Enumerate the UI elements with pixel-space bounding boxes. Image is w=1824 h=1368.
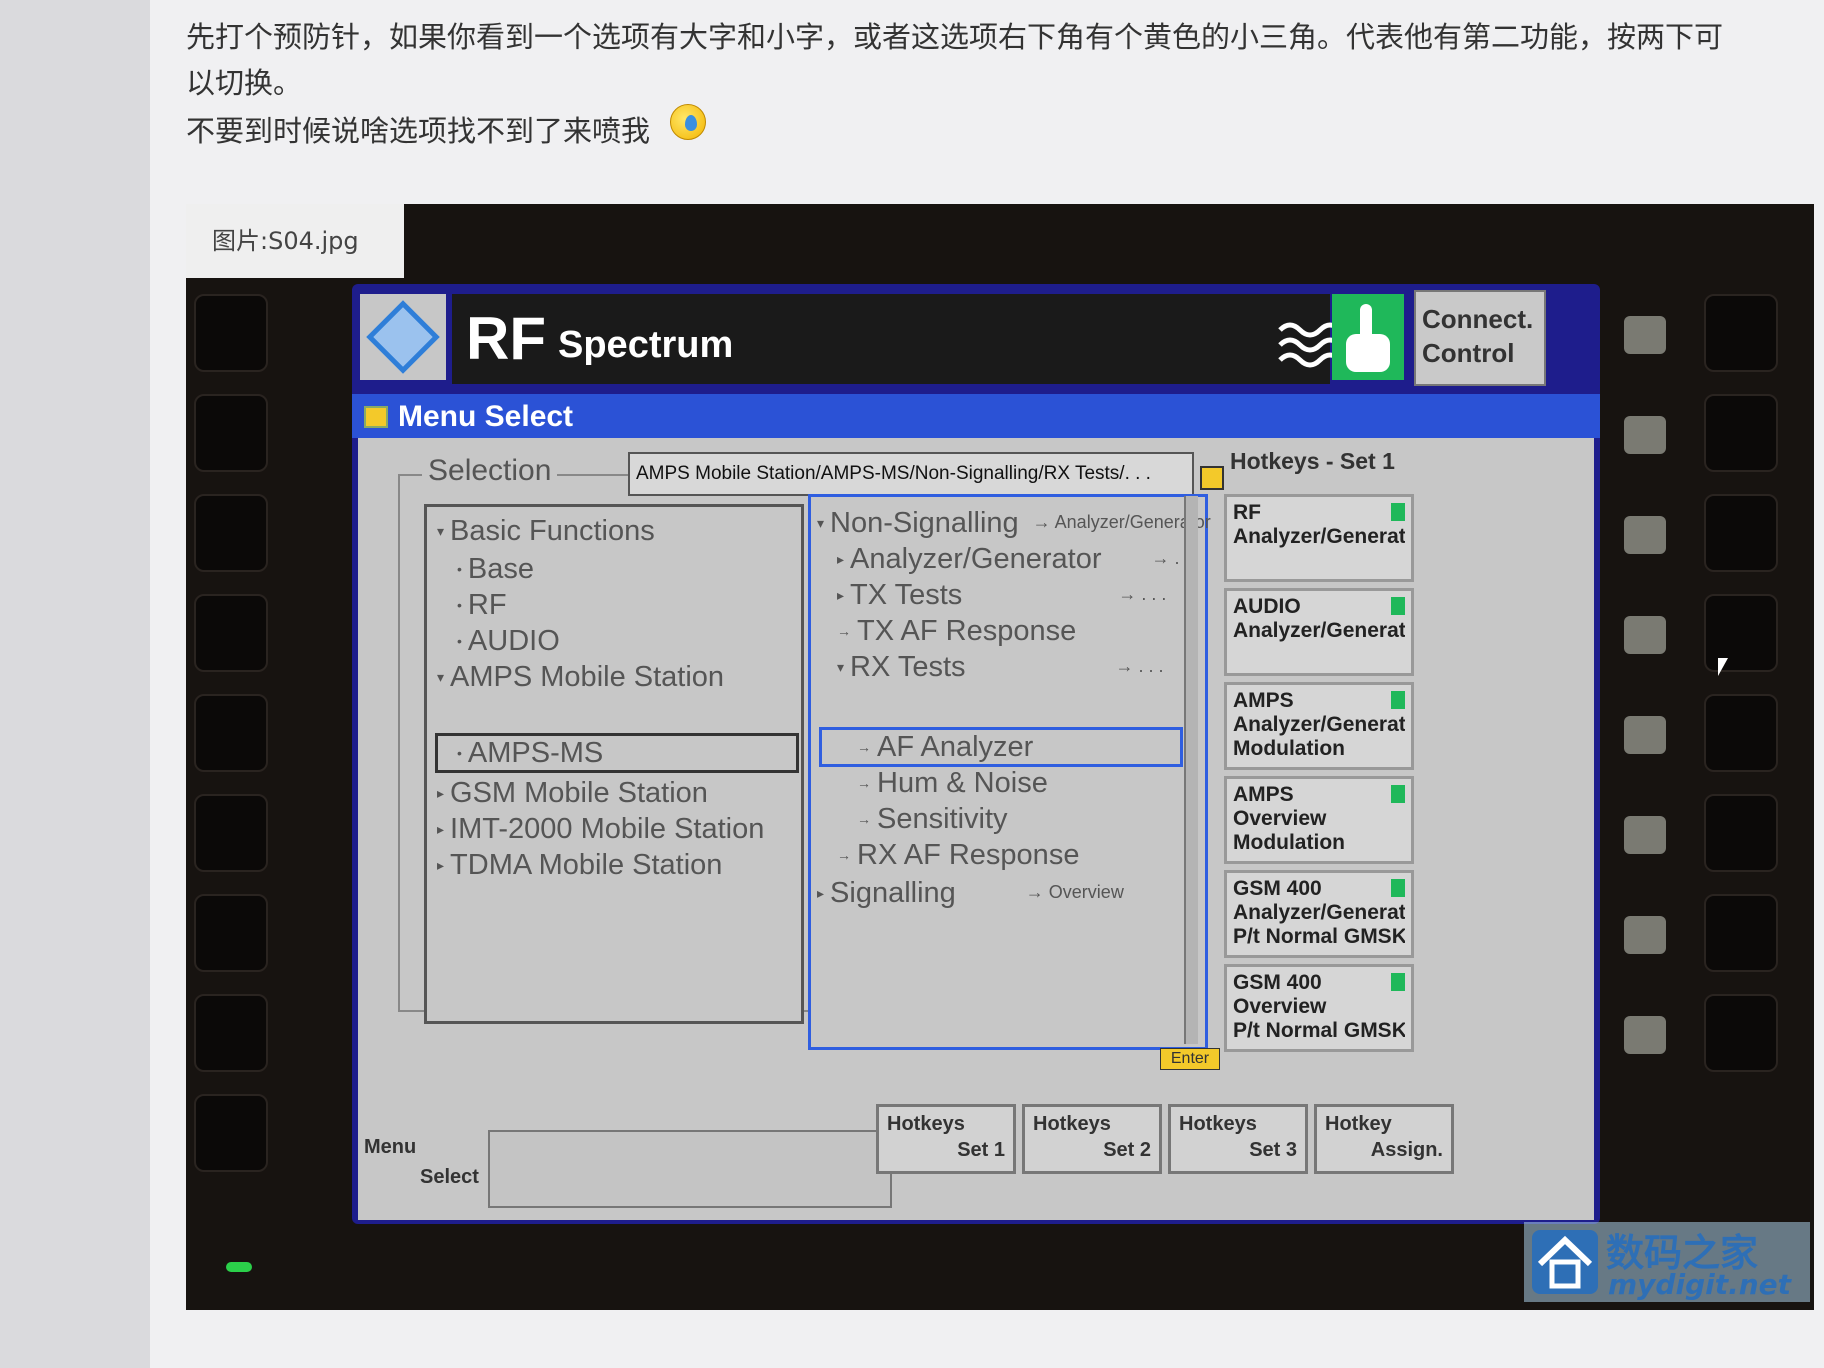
bezel-button	[194, 394, 268, 472]
tree-item-rx-tests[interactable]: ▾ RX Tests → . . .	[837, 651, 1164, 684]
tree-item-af-analyzer[interactable]: → AF Analyzer	[857, 731, 1033, 764]
selection-path: AMPS Mobile Station/AMPS-MS/Non-Signalli…	[628, 452, 1194, 496]
tree-item-base[interactable]: • Base	[457, 553, 534, 586]
bezel-button	[194, 894, 268, 972]
softkey-hotkeys-set-2[interactable]: Hotkeys Set 2	[1022, 1104, 1162, 1174]
softkey-hotkey-assign[interactable]: Hotkey Assign.	[1314, 1104, 1454, 1174]
right-tree-scrollbar[interactable]	[1184, 496, 1198, 1044]
bezel-button	[1704, 894, 1778, 972]
left-tree[interactable]: ▾ Basic Functions • Base • RF • AUDIO ▾ AMPS …	[424, 504, 804, 1024]
menu-content: Selection AMPS Mobile Station/AMPS-MS/No…	[358, 438, 1594, 1218]
tree-item-amps-mobile-station[interactable]: ▾ AMPS Mobile Station	[437, 661, 724, 694]
menu-title: Menu Select	[398, 400, 574, 433]
bezel-button	[194, 494, 268, 572]
enter-key-label[interactable]: Enter	[1160, 1048, 1220, 1070]
softkey-hotkeys-set-1[interactable]: Hotkeys Set 1	[876, 1104, 1016, 1174]
bezel-button	[194, 594, 268, 672]
bezel-button	[1704, 394, 1778, 472]
tree-item-tx-tests[interactable]: ▸ TX Tests → . . .	[837, 579, 1166, 612]
tree-item-non-signalling[interactable]: ▾ Non-Signalling → Analyzer/Generator	[817, 507, 1211, 540]
house-logo-icon	[1532, 1230, 1598, 1294]
side-softkey	[1624, 816, 1666, 854]
bezel-button	[194, 794, 268, 872]
tree-item-rf[interactable]: • RF	[457, 589, 507, 622]
tree-item-audio[interactable]: • AUDIO	[457, 625, 560, 658]
post-text-line-3: 不要到时候说啥选项找不到了来喷我	[186, 114, 651, 148]
softkey-hotkeys-set-3[interactable]: Hotkeys Set 3	[1168, 1104, 1308, 1174]
right-tree[interactable]: ▾ Non-Signalling → Analyzer/Generator ▸ Ana…	[808, 494, 1211, 1050]
hotkey-amps-analyzer-generator[interactable]: AMPSAnalyzer/GeneratorModulation	[1224, 682, 1414, 770]
side-softkey	[1624, 516, 1666, 554]
path-toggle-icon[interactable]	[1200, 466, 1224, 490]
side-softkey	[1624, 716, 1666, 754]
device-photo[interactable]: RF Spectrum Connect. Control Menu Select	[186, 204, 1814, 1310]
watermark-en: mydigit.net	[1608, 1268, 1792, 1301]
bezel-button	[1704, 694, 1778, 772]
menu-icon	[364, 406, 388, 428]
bezel-button	[1704, 294, 1778, 372]
title-sub: Spectrum	[558, 324, 734, 366]
touch-hand-icon[interactable]	[1332, 294, 1404, 380]
tree-item-hum-noise[interactable]: → Hum & Noise	[857, 767, 1048, 800]
tree-item-tx-af-response[interactable]: → TX AF Response	[837, 615, 1076, 648]
rs-logo-icon	[360, 294, 446, 380]
connect-label: Connect.	[1422, 304, 1534, 334]
hotkey-gsm400-overview[interactable]: GSM 400 Overview P/t Normal GMSK	[1224, 964, 1414, 1052]
menu-select-label: Menu Select	[364, 1136, 479, 1188]
site-watermark: 数码之家 mydigit.net	[1524, 1222, 1810, 1302]
device-screen: RF Spectrum Connect. Control Menu Select	[352, 284, 1600, 1224]
tree-item-imt-2000-mobile-station[interactable]: ▸ IMT-2000 Mobile Station	[437, 813, 764, 846]
tree-item-tdma-mobile-station[interactable]: ▸ TDMA Mobile Station	[437, 849, 722, 882]
hotkey-audio-analyzer-generator[interactable]: AUDIOAnalyzer/Generator	[1224, 588, 1414, 676]
title-bar: RF Spectrum	[452, 294, 1342, 384]
bezel-button	[1704, 494, 1778, 572]
bezel-button	[1704, 994, 1778, 1072]
hotkey-rf-analyzer-generator[interactable]: RFAnalyzer/Generator	[1224, 494, 1414, 582]
hotkey-gsm400-analyzer-generator[interactable]: GSM 400Analyzer/GeneratorP/t Normal GMSK	[1224, 870, 1414, 958]
tree-item-analyzer-generator[interactable]: ▸ Analyzer/Generator → . . .	[837, 543, 1200, 576]
bezel-button	[1704, 794, 1778, 872]
connect-control-button[interactable]: Connect. Control	[1414, 290, 1546, 386]
mouse-cursor-icon	[1718, 658, 1728, 676]
message-field	[488, 1130, 892, 1208]
title-main: RF	[466, 305, 546, 372]
tree-item-sensitivity[interactable]: → Sensitivity	[857, 803, 1008, 836]
menu-select-bar: Menu Select	[352, 394, 1600, 438]
bezel-button	[194, 694, 268, 772]
hotkey-amps-overview[interactable]: AMPS Overview Modulation	[1224, 776, 1414, 864]
side-softkey	[1624, 416, 1666, 454]
side-softkey	[1624, 1016, 1666, 1054]
side-softkey	[1624, 616, 1666, 654]
tree-item-signalling[interactable]: ▸ Signalling → Overview	[817, 877, 1124, 910]
hotkeys-title: Hotkeys - Set 1	[1230, 448, 1395, 474]
side-softkey	[1624, 316, 1666, 354]
page-left-margin	[0, 0, 150, 1368]
power-led	[226, 1262, 252, 1272]
bezel-button	[194, 994, 268, 1072]
post-text-line-1: 先打个预防针，如果你看到一个选项有大字和小字，或者这选项右下角有个黄色的小三角。…	[186, 20, 1724, 54]
bezel-button	[194, 294, 268, 372]
bezel-button	[1704, 594, 1778, 672]
image-caption: 图片:S04.jpg	[186, 204, 404, 278]
tree-item-rx-af-response[interactable]: → RX AF Response	[837, 839, 1079, 872]
tree-item-gsm-mobile-station[interactable]: ▸ GSM Mobile Station	[437, 777, 708, 810]
post-text-line-2: 以切换。	[186, 66, 303, 100]
sweat-emoji-icon	[670, 104, 706, 140]
bezel-button	[194, 1094, 268, 1172]
side-softkey	[1624, 916, 1666, 954]
tree-item-amps-ms[interactable]: • AMPS-MS	[457, 737, 603, 770]
control-label: Control	[1422, 338, 1515, 368]
selection-label: Selection	[422, 454, 558, 488]
tree-item-basic-functions[interactable]: ▾ Basic Functions	[437, 515, 655, 548]
softkey-bar: Menu Select Hotkeys Set 1 Hotkeys Set 2 Ho…	[358, 1104, 1594, 1220]
